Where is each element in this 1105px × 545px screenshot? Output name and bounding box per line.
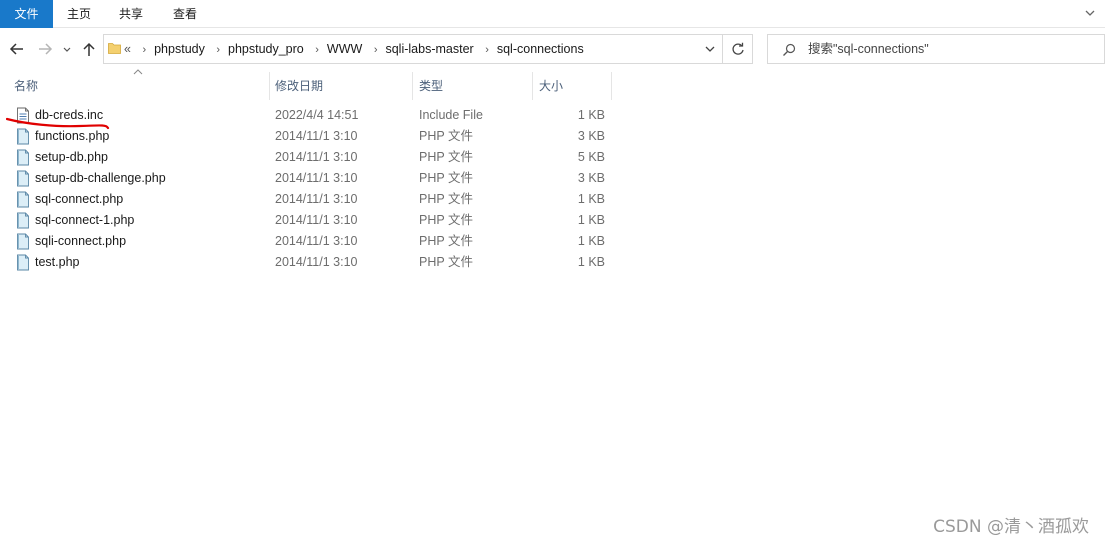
breadcrumb-phpstudy-pro[interactable]: phpstudy_pro — [228, 35, 304, 63]
file-modified-date: 2014/11/1 3:10 — [275, 255, 358, 269]
folder-icon — [108, 43, 121, 54]
red-underline-annotation — [6, 117, 110, 130]
tab-view[interactable]: 查看 — [157, 0, 213, 28]
chevron-right-icon: › — [142, 44, 147, 56]
file-modified-date: 2014/11/1 3:10 — [275, 234, 358, 248]
breadcrumb-www[interactable]: WWW — [327, 35, 362, 63]
search-input[interactable]: 搜索"sql-connections" — [767, 34, 1105, 64]
file-name: sql-connect.php — [35, 192, 124, 206]
file-size: 1 KB — [577, 255, 605, 269]
php-file-icon — [17, 170, 29, 187]
column-header-size[interactable]: 大小 — [539, 72, 563, 100]
file-type: PHP 文件 — [419, 171, 473, 185]
search-icon — [783, 43, 796, 56]
file-modified-date: 2014/11/1 3:10 — [275, 171, 358, 185]
recent-locations-chevron-icon[interactable] — [61, 40, 73, 58]
php-file-icon — [17, 212, 29, 229]
file-size: 3 KB — [577, 171, 605, 185]
column-divider[interactable] — [269, 72, 270, 100]
column-divider[interactable] — [532, 72, 533, 100]
file-row[interactable]: setup-db-challenge.php 2014/11/1 3:10 PHP … — [0, 168, 620, 189]
file-name: test.php — [35, 255, 80, 269]
breadcrumb: « › phpstudy › phpstudy_pro › WWW › sqli-lab… — [124, 35, 584, 63]
column-divider[interactable] — [412, 72, 413, 100]
file-name: setup-db.php — [35, 150, 108, 164]
ribbon-bar: 文件 主页 共享 查看 — [0, 0, 1105, 28]
file-name: sqli-connect.php — [35, 234, 127, 248]
refresh-button[interactable] — [723, 34, 753, 64]
file-size: 3 KB — [577, 129, 605, 143]
chevron-right-icon: › — [216, 44, 220, 56]
file-modified-date: 2014/11/1 3:10 — [275, 192, 358, 206]
file-row[interactable]: setup-db.php 2014/11/1 3:10 PHP 文件 5 KB — [0, 147, 620, 168]
tab-share[interactable]: 共享 — [105, 0, 157, 28]
tab-home[interactable]: 主页 — [53, 0, 105, 28]
up-arrow-icon[interactable] — [80, 40, 98, 58]
breadcrumb-sqli-labs-master[interactable]: sqli-labs-master — [385, 35, 473, 63]
file-type: PHP 文件 — [419, 234, 473, 248]
file-row[interactable]: test.php 2014/11/1 3:10 PHP 文件 1 KB — [0, 252, 620, 273]
file-type: PHP 文件 — [419, 255, 473, 269]
chevron-right-icon: › — [485, 44, 489, 56]
chevron-right-icon: › — [373, 44, 378, 56]
file-name: sql-connect-1.php — [35, 213, 135, 227]
file-type: PHP 文件 — [419, 129, 473, 143]
file-size: 1 KB — [577, 108, 605, 122]
column-header-type[interactable]: 类型 — [419, 72, 443, 100]
file-name: setup-db-challenge.php — [35, 171, 166, 185]
file-modified-date: 2014/11/1 3:10 — [275, 213, 358, 227]
file-row[interactable]: sqli-connect.php 2014/11/1 3:10 PHP 文件 1 KB — [0, 231, 620, 252]
column-divider[interactable] — [611, 72, 612, 100]
file-size: 1 KB — [577, 192, 605, 206]
column-header-name[interactable]: 名称 — [14, 72, 38, 100]
file-modified-date: 2014/11/1 3:10 — [275, 150, 358, 164]
file-size: 1 KB — [577, 213, 605, 227]
breadcrumb-phpstudy[interactable]: phpstudy — [154, 35, 205, 63]
file-size: 5 KB — [577, 150, 605, 164]
refresh-icon — [732, 42, 744, 55]
chevron-down-icon[interactable] — [704, 44, 716, 54]
forward-arrow-icon[interactable] — [36, 40, 54, 58]
php-file-icon — [17, 233, 29, 250]
file-modified-date: 2014/11/1 3:10 — [275, 129, 358, 143]
back-arrow-icon[interactable] — [8, 40, 26, 58]
file-type: PHP 文件 — [419, 213, 473, 227]
watermark: CSDN @清丶酒孤欢 — [933, 517, 1089, 537]
sort-ascending-icon — [133, 69, 143, 75]
file-size: 1 KB — [577, 234, 605, 248]
file-type: PHP 文件 — [419, 192, 473, 206]
file-type: PHP 文件 — [419, 150, 473, 164]
breadcrumb-sql-connections[interactable]: sql-connections — [497, 35, 584, 63]
php-file-icon — [17, 191, 29, 208]
chevron-down-icon[interactable] — [1083, 6, 1097, 20]
file-modified-date: 2022/4/4 14:51 — [275, 108, 359, 122]
file-type: Include File — [419, 108, 483, 122]
chevron-right-icon: › — [315, 44, 319, 56]
php-file-icon — [17, 254, 29, 271]
navigation-bar: « › phpstudy › phpstudy_pro › WWW › sqli-lab… — [0, 28, 1105, 72]
file-row[interactable]: sql-connect-1.php 2014/11/1 3:10 PHP 文件 1 K… — [0, 210, 620, 231]
tab-file[interactable]: 文件 — [0, 0, 53, 28]
breadcrumb-overflow[interactable]: « — [124, 35, 131, 63]
column-header-date[interactable]: 修改日期 — [275, 72, 323, 100]
file-row[interactable]: sql-connect.php 2014/11/1 3:10 PHP 文件 1 KB — [0, 189, 620, 210]
address-bar[interactable]: « › phpstudy › phpstudy_pro › WWW › sqli-lab… — [103, 34, 723, 64]
search-placeholder: 搜索"sql-connections" — [808, 42, 929, 56]
php-file-icon — [17, 149, 29, 166]
